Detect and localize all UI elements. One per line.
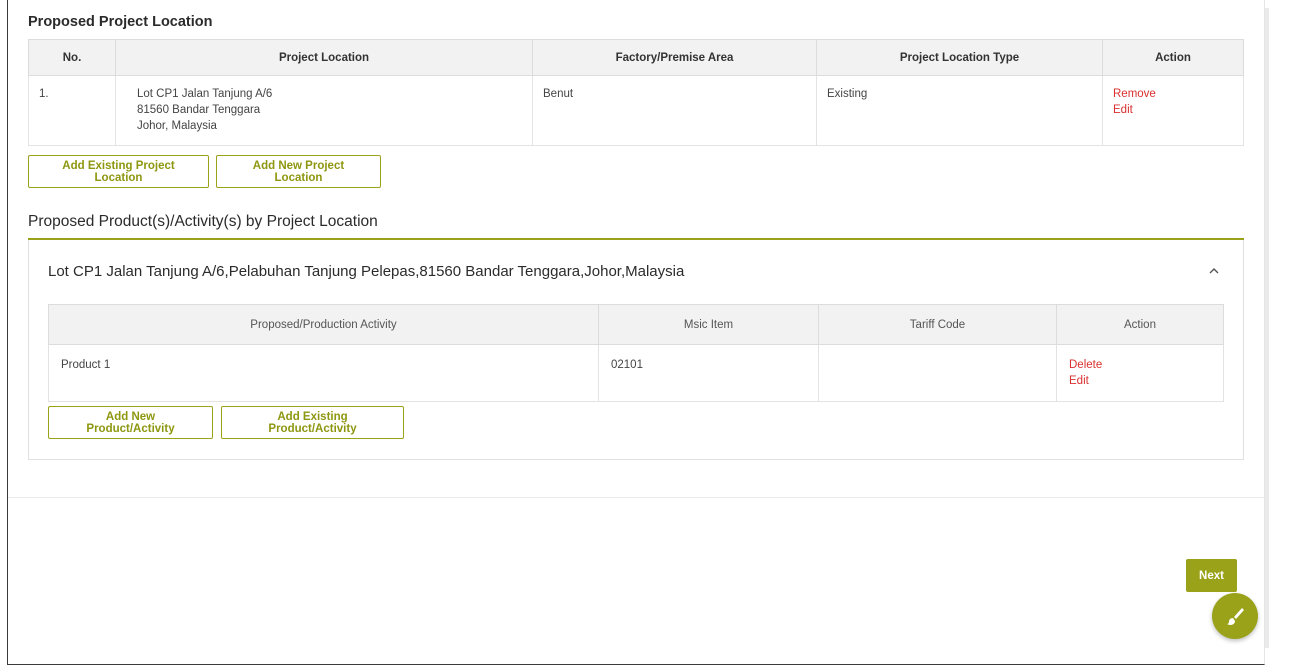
product-activity-table: Proposed/Production Activity Msic Item T… [48, 304, 1224, 402]
add-existing-project-location-button[interactable]: Add Existing Project Location [28, 155, 209, 188]
footer-divider [8, 497, 1264, 498]
edit-link[interactable]: Edit [1069, 373, 1211, 389]
table-row: 1. Lot CP1 Jalan Tanjung A/6 81560 Banda… [28, 75, 1244, 146]
add-existing-product-button[interactable]: Add Existing Product/Activity [221, 406, 404, 439]
tariff-cell [818, 344, 1057, 402]
column-header: Project Location [115, 39, 533, 76]
row-number: 1. [28, 75, 116, 146]
msic-cell: 02101 [598, 344, 819, 402]
chevron-up-icon[interactable] [1207, 264, 1221, 278]
column-header: Tariff Code [818, 304, 1057, 345]
action-cell: Delete Edit [1056, 344, 1224, 402]
column-header: Action [1056, 304, 1224, 345]
column-header: Msic Item [598, 304, 819, 345]
add-new-product-button[interactable]: Add New Product/Activity [48, 406, 213, 439]
customize-fab[interactable] [1212, 593, 1258, 639]
paintbrush-icon [1227, 608, 1244, 625]
next-button[interactable]: Next [1186, 559, 1237, 592]
project-location-table: No. Project Location Factory/Premise Are… [28, 39, 1244, 146]
column-header: No. [28, 39, 116, 76]
accordion-title[interactable]: Lot CP1 Jalan Tanjung A/6,Pelabuhan Tanj… [48, 263, 684, 280]
edit-link[interactable]: Edit [1113, 102, 1233, 118]
column-header: Factory/Premise Area [532, 39, 817, 76]
add-new-project-location-button[interactable]: Add New Project Location [216, 155, 381, 188]
activity-cell: Product 1 [48, 344, 599, 402]
location-line: 81560 Bandar Tenggara [137, 104, 261, 116]
column-header: Project Location Type [816, 39, 1103, 76]
column-header: Proposed/Production Activity [48, 304, 599, 345]
project-location-cell: Lot CP1 Jalan Tanjung A/6 81560 Bandar T… [115, 75, 533, 146]
column-header: Action [1102, 39, 1244, 76]
scrollbar[interactable] [1265, 8, 1269, 648]
delete-link[interactable]: Delete [1069, 357, 1211, 373]
products-section-title: Proposed Product(s)/Activity(s) by Proje… [28, 213, 378, 230]
table-row: Product 1 02101 Delete Edit [48, 344, 1224, 402]
factory-area-cell: Benut [532, 75, 817, 146]
remove-link[interactable]: Remove [1113, 86, 1233, 102]
location-line: Johor, Malaysia [137, 120, 217, 132]
location-line: Lot CP1 Jalan Tanjung A/6 [137, 88, 273, 100]
project-location-title: Proposed Project Location [28, 14, 213, 30]
action-cell: Remove Edit [1102, 75, 1244, 146]
location-accordion-panel: Lot CP1 Jalan Tanjung A/6,Pelabuhan Tanj… [28, 240, 1244, 460]
location-type-cell: Existing [816, 75, 1103, 146]
